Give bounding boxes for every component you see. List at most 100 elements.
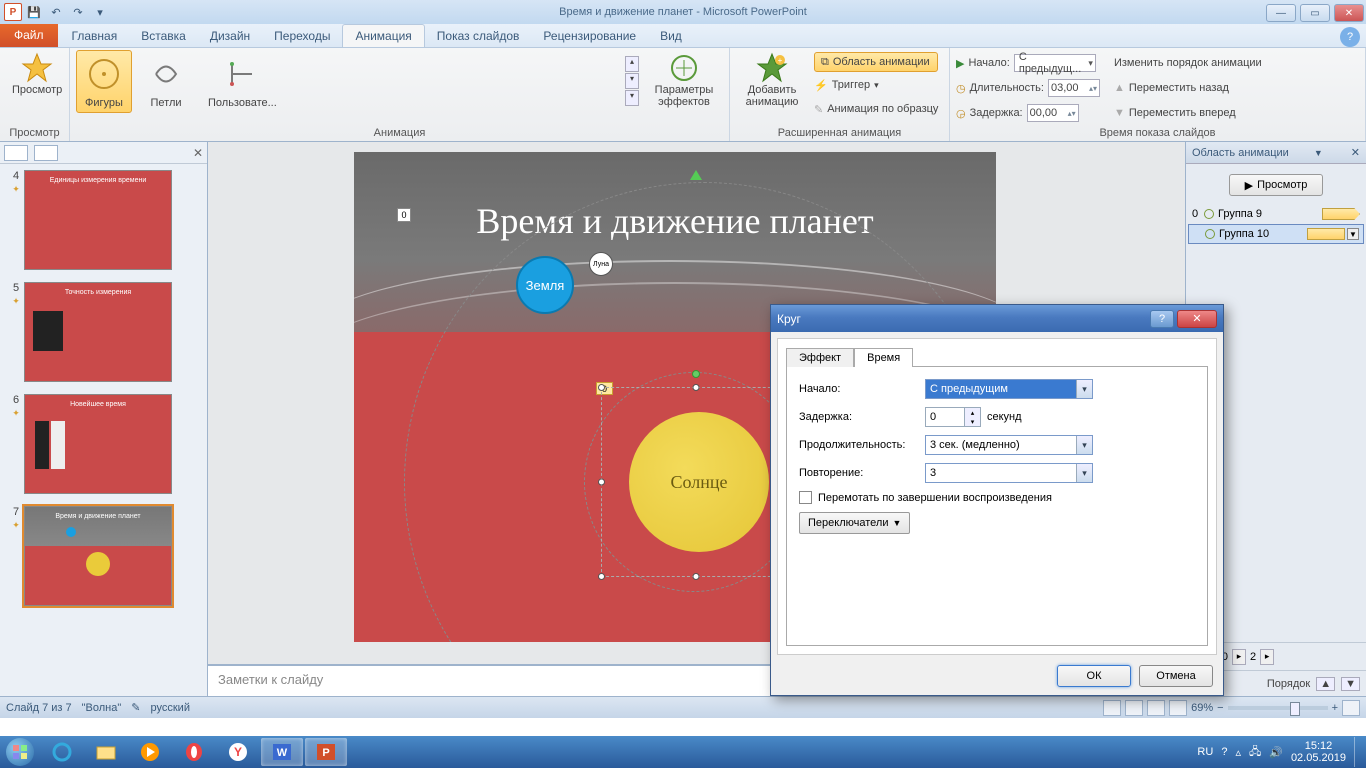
start-combo[interactable]: С предыдущ... <box>1014 54 1096 72</box>
taskbar-opera[interactable] <box>173 738 215 766</box>
preview-button[interactable]: Просмотр <box>6 50 68 98</box>
tab-transitions[interactable]: Переходы <box>262 25 342 47</box>
help-button[interactable]: ? <box>1340 27 1360 47</box>
rotate-handle[interactable] <box>692 370 700 378</box>
animation-pane-close[interactable]: ✕ <box>1348 146 1360 159</box>
tray-clock[interactable]: 15:12 02.05.2019 <box>1291 740 1346 764</box>
chevron-down-icon[interactable]: ▾ <box>1076 436 1092 454</box>
slide-thumb-4[interactable]: 4✦ Единицы измерения времени <box>8 170 199 270</box>
spellcheck-icon[interactable]: ✎ <box>131 701 140 714</box>
thumbnails-close[interactable]: ✕ <box>193 146 203 160</box>
shape-moon[interactable]: Луна <box>589 252 613 276</box>
dlg-triggers-button[interactable]: Переключатели▼ <box>799 512 910 534</box>
outline-tab[interactable] <box>34 145 58 161</box>
chevron-down-icon[interactable]: ▾ <box>1076 380 1092 398</box>
taskbar-wmp[interactable] <box>129 738 171 766</box>
taskbar-yandex[interactable]: Y <box>217 738 259 766</box>
dialog-tab-effect[interactable]: Эффект <box>786 348 854 367</box>
taskbar-explorer[interactable] <box>85 738 127 766</box>
resize-handle[interactable] <box>693 384 700 391</box>
effect-options-button[interactable]: Параметры эффектов <box>645 50 723 110</box>
dialog-close-button[interactable]: ✕ <box>1177 310 1217 328</box>
dialog-title-bar[interactable]: Круг ? ✕ <box>771 305 1223 332</box>
zoom-slider[interactable] <box>1228 706 1328 710</box>
seconds-next[interactable]: ▸ <box>1232 649 1246 665</box>
zoom-value[interactable]: 69% <box>1191 702 1213 714</box>
file-tab[interactable]: Файл <box>0 23 58 47</box>
tab-animation[interactable]: Анимация <box>342 24 424 47</box>
qat-dropdown-icon[interactable]: ▾ <box>90 2 110 22</box>
anim-item-group10[interactable]: Группа 10 ▼ <box>1188 224 1364 244</box>
slide-thumb-6[interactable]: 6✦ Новейшее время <box>8 394 199 494</box>
zoom-in-icon[interactable]: + <box>1332 702 1338 714</box>
taskbar-word[interactable]: W <box>261 738 303 766</box>
show-desktop-button[interactable] <box>1354 737 1362 767</box>
gallery-scroll[interactable]: ▴ ▾ ▾ <box>625 56 639 106</box>
animation-pane-preview[interactable]: ▶ Просмотр <box>1229 174 1323 196</box>
seconds-next2[interactable]: ▸ <box>1260 649 1274 665</box>
effect-custom[interactable]: Пользовате... <box>200 50 285 113</box>
dlg-start-combo[interactable]: С предыдущим▾ <box>925 379 1093 399</box>
dlg-delay-input[interactable]: 0▴▾ <box>925 407 981 427</box>
dialog-ok-button[interactable]: ОК <box>1057 665 1131 687</box>
tray-flag-icon[interactable]: ▵ <box>1235 746 1241 759</box>
tray-lang[interactable]: RU <box>1197 746 1213 758</box>
slides-tab[interactable] <box>4 145 28 161</box>
trigger-button[interactable]: ⚡ Триггер ▾ <box>814 74 938 96</box>
shape-sun[interactable]: Солнце <box>629 412 769 552</box>
tray-network-icon[interactable]: 🖧 <box>1249 743 1261 762</box>
dlg-duration-combo[interactable]: 3 сек. (медленно)▾ <box>925 435 1093 455</box>
reorder-up-icon[interactable]: ▲ <box>1316 677 1335 691</box>
add-animation-button[interactable]: + Добавить анимацию <box>736 50 808 110</box>
fit-to-window-button[interactable] <box>1342 700 1360 716</box>
slide-thumb-7[interactable]: 7✦ Время и движение планет <box>8 506 199 606</box>
resize-handle[interactable] <box>598 384 605 391</box>
zoom-out-icon[interactable]: − <box>1217 702 1223 714</box>
resize-handle[interactable] <box>598 573 605 580</box>
sorter-view-button[interactable] <box>1125 700 1143 716</box>
dialog-help-button[interactable]: ? <box>1150 310 1174 328</box>
slide-thumb-5[interactable]: 5✦ Точность измерения <box>8 282 199 382</box>
dlg-repeat-combo[interactable]: 3▾ <box>925 463 1093 483</box>
dialog-cancel-button[interactable]: Отмена <box>1139 665 1213 687</box>
app-icon[interactable]: P <box>4 3 22 21</box>
effect-loops[interactable]: Петли <box>138 50 194 113</box>
resize-handle[interactable] <box>693 573 700 580</box>
duration-input[interactable]: 03,00▴▾ <box>1048 79 1100 97</box>
reading-view-button[interactable] <box>1147 700 1165 716</box>
tab-insert[interactable]: Вставка <box>129 25 198 47</box>
tab-slideshow[interactable]: Показ слайдов <box>425 25 532 47</box>
start-button[interactable] <box>0 736 40 768</box>
dialog-tab-time[interactable]: Время <box>854 348 913 367</box>
maximize-button[interactable]: ▭ <box>1300 4 1330 22</box>
tab-home[interactable]: Главная <box>60 25 130 47</box>
reorder-down-icon[interactable]: ▼ <box>1341 677 1360 691</box>
redo-icon[interactable]: ↷ <box>68 2 88 22</box>
close-button[interactable]: ✕ <box>1334 4 1364 22</box>
tray-help-icon[interactable]: ? <box>1221 746 1227 758</box>
tab-review[interactable]: Рецензирование <box>531 25 648 47</box>
slideshow-view-button[interactable] <box>1169 700 1187 716</box>
tab-design[interactable]: Дизайн <box>198 25 262 47</box>
tray-volume-icon[interactable]: 🔊 <box>1269 746 1283 759</box>
taskbar-ie[interactable] <box>41 738 83 766</box>
delay-input[interactable]: 00,00▴▾ <box>1027 104 1079 122</box>
shape-earth[interactable]: Земля <box>516 256 574 314</box>
anim-item-menu[interactable]: ▼ <box>1347 228 1359 240</box>
resize-handle[interactable] <box>598 479 605 486</box>
anim-tag-group9[interactable]: 0 <box>397 208 411 222</box>
anim-item-group9[interactable]: 0 Группа 9 <box>1188 204 1364 224</box>
thumbnail-list[interactable]: 4✦ Единицы измерения времени 5✦ Точность… <box>0 164 207 696</box>
dlg-rewind-checkbox[interactable] <box>799 491 812 504</box>
undo-icon[interactable]: ↶ <box>46 2 66 22</box>
taskbar-powerpoint[interactable]: P <box>305 738 347 766</box>
effect-shapes[interactable]: Фигуры <box>76 50 132 113</box>
save-icon[interactable]: 💾 <box>24 2 44 22</box>
pane-dropdown-icon[interactable]: ▼ <box>1314 148 1323 158</box>
tab-view[interactable]: Вид <box>648 25 694 47</box>
normal-view-button[interactable] <box>1103 700 1121 716</box>
language[interactable]: русский <box>151 702 190 714</box>
chevron-down-icon[interactable]: ▾ <box>1076 464 1092 482</box>
animation-pane-button[interactable]: ⧉ Область анимации <box>814 52 938 72</box>
minimize-button[interactable]: — <box>1266 4 1296 22</box>
